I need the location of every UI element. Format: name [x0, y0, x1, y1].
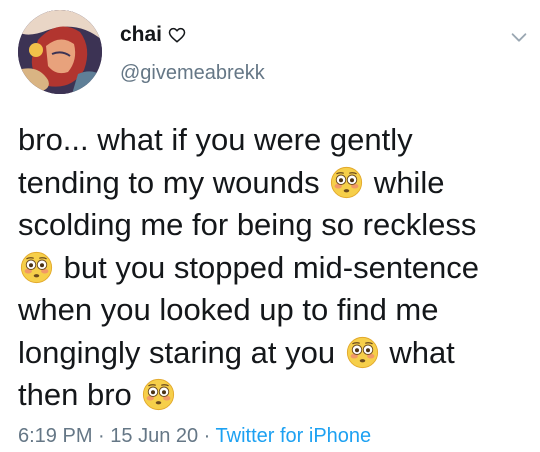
tweet-meta: 6:19 PM · 15 Jun 20 · Twitter for iPhone	[18, 425, 371, 448]
tweet-text-line: then bro	[18, 374, 530, 417]
tweet-text-line: when you looked up to find me	[18, 289, 530, 332]
chevron-down-icon[interactable]	[508, 26, 530, 48]
avatar-illustration	[18, 10, 102, 94]
tweet-text-line: longingly staring at you what	[18, 332, 530, 375]
tweet: chai @givemeabrekk bro... what if you we…	[0, 0, 540, 452]
tweet-text-segment: scolding me for being so reckless	[18, 207, 477, 242]
tweet-time[interactable]: 6:19 PM	[18, 425, 92, 447]
tweet-text-segment: while	[365, 164, 445, 200]
heart-outline-icon	[168, 26, 186, 44]
display-name-row[interactable]: chai	[120, 23, 186, 47]
meta-separator: ·	[198, 425, 216, 447]
tweet-text-segment: then bro	[18, 377, 141, 412]
flushed-face-emoji-icon	[330, 166, 363, 199]
flushed-face-emoji-icon	[346, 336, 379, 369]
tweet-text-segment: bro... what if you were gently	[18, 122, 413, 157]
tweet-text-line: bro... what if you were gently	[18, 119, 530, 162]
tweet-text-line: tending to my wounds while	[18, 162, 530, 205]
tweet-text-line: scolding me for being so reckless	[18, 204, 530, 247]
tweet-date[interactable]: 15 Jun 20	[110, 425, 198, 447]
meta-separator: ·	[92, 425, 111, 447]
username-handle[interactable]: @givemeabrekk	[120, 62, 265, 85]
tweet-text-segment: tending to my wounds	[18, 164, 329, 200]
tweet-text-segment: but you stopped mid-sentence	[55, 249, 479, 285]
display-name[interactable]: chai	[120, 23, 162, 47]
tweet-text: bro... what if you were gently tending to…	[18, 119, 530, 417]
avatar[interactable]	[18, 10, 102, 94]
tweet-text-line: but you stopped mid-sentence	[18, 247, 530, 290]
tweet-text-segment: when you looked up to find me	[18, 292, 439, 327]
tweet-text-segment: longingly staring at you	[18, 334, 344, 370]
flushed-face-emoji-icon	[142, 378, 175, 411]
tweet-text-segment: what	[380, 334, 455, 370]
tweet-source-link[interactable]: Twitter for iPhone	[216, 425, 372, 447]
flushed-face-emoji-icon	[20, 251, 53, 284]
